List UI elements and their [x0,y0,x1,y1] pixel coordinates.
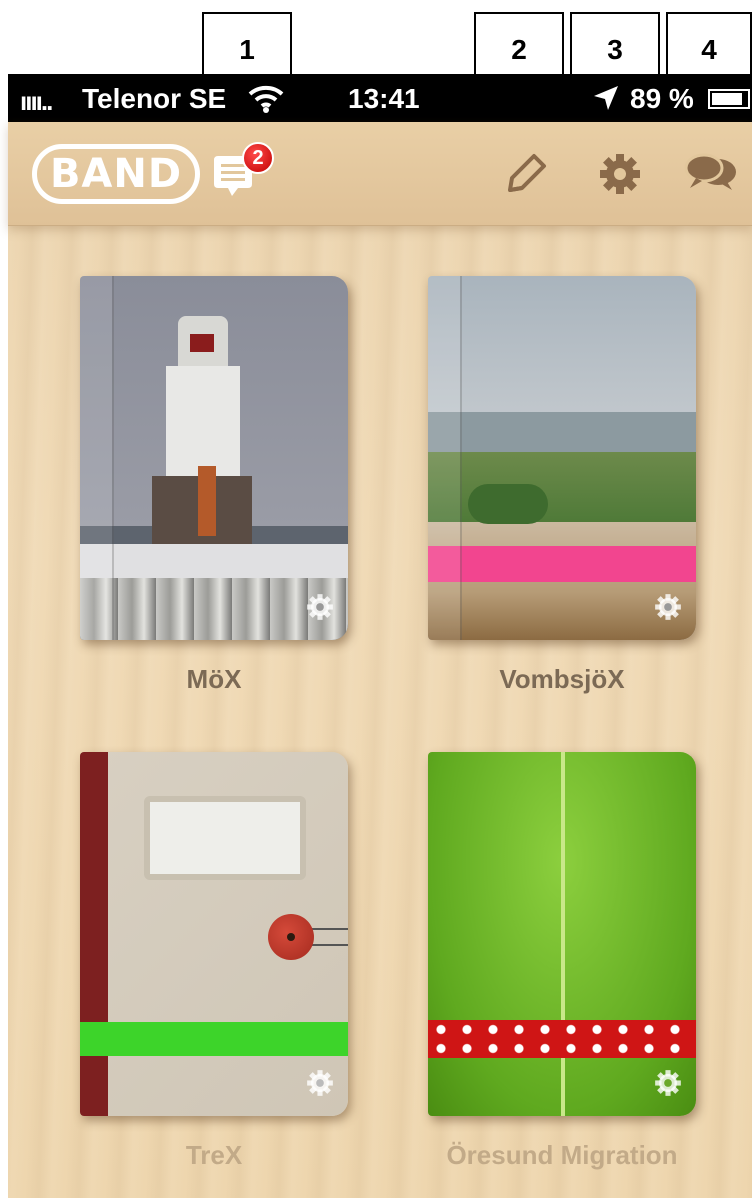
notebook-button [268,914,314,960]
notebook-button-hole [287,933,295,941]
cover-band-strip [80,1022,348,1056]
notifications-button[interactable]: 2 [214,142,274,196]
band-settings-gear-icon[interactable] [650,1065,686,1106]
cover-band-strip [428,1020,696,1058]
annotation-label-3: 3 [607,34,623,65]
location-arrow-icon [592,84,620,117]
battery-level-fill [712,93,742,105]
chat-button[interactable] [682,146,742,207]
wifi-icon [246,82,286,119]
band-cover-oresund-migration[interactable] [428,752,696,1116]
battery-percent: 89 % [630,83,694,114]
pencil-icon [508,154,546,192]
band-settings-gear-icon[interactable] [302,589,338,630]
lighthouse-body [166,366,240,476]
band-list-screen: BAND 2 MöX VombsjöX TreX Öresund Migrati… [8,122,752,1198]
cover-water [428,412,696,452]
status-bar: ıııı.. Telenor SE 13:41 89 % [8,74,752,122]
band-cover-trex[interactable] [80,752,348,1116]
band-logo: BAND [32,144,200,204]
band-cover-vombsjox[interactable] [428,276,696,640]
notification-badge: 2 [242,142,274,174]
chat-bubbles-icon [684,153,736,190]
annotation-label-1: 1 [239,34,255,65]
gear-icon [600,154,640,194]
lighthouse-door [198,466,216,536]
signal-strength: ıııı.. [20,86,53,116]
band-settings-gear-icon[interactable] [650,589,686,630]
carrier-name: Telenor SE [82,83,227,114]
cover-grass [428,452,696,522]
band-title-mox[interactable]: MöX [80,664,348,695]
notebook-label [144,796,306,880]
clock-time: 13:41 [348,83,420,114]
annotation-label-4: 4 [701,34,717,65]
annotation-label-2: 2 [511,34,527,65]
top-bar: BAND 2 [8,122,752,226]
leaf-vein [561,752,565,1116]
band-settings-gear-icon[interactable] [302,1065,338,1106]
book-spine [80,276,114,640]
notebook-spine [80,752,108,1116]
band-cover-mox[interactable] [80,276,348,640]
lighthouse-window [190,334,214,352]
band-title-vombsjox[interactable]: VombsjöX [428,664,696,695]
band-title-oresund-migration[interactable]: Öresund Migration [428,1140,696,1171]
cover-band-strip [80,544,348,578]
book-spine [428,276,462,640]
settings-button[interactable] [592,146,648,207]
band-title-trex[interactable]: TreX [80,1140,348,1171]
cover-band-strip [428,546,696,582]
battery-icon [708,89,750,109]
cover-bush [468,484,548,524]
write-button[interactable] [498,146,554,207]
